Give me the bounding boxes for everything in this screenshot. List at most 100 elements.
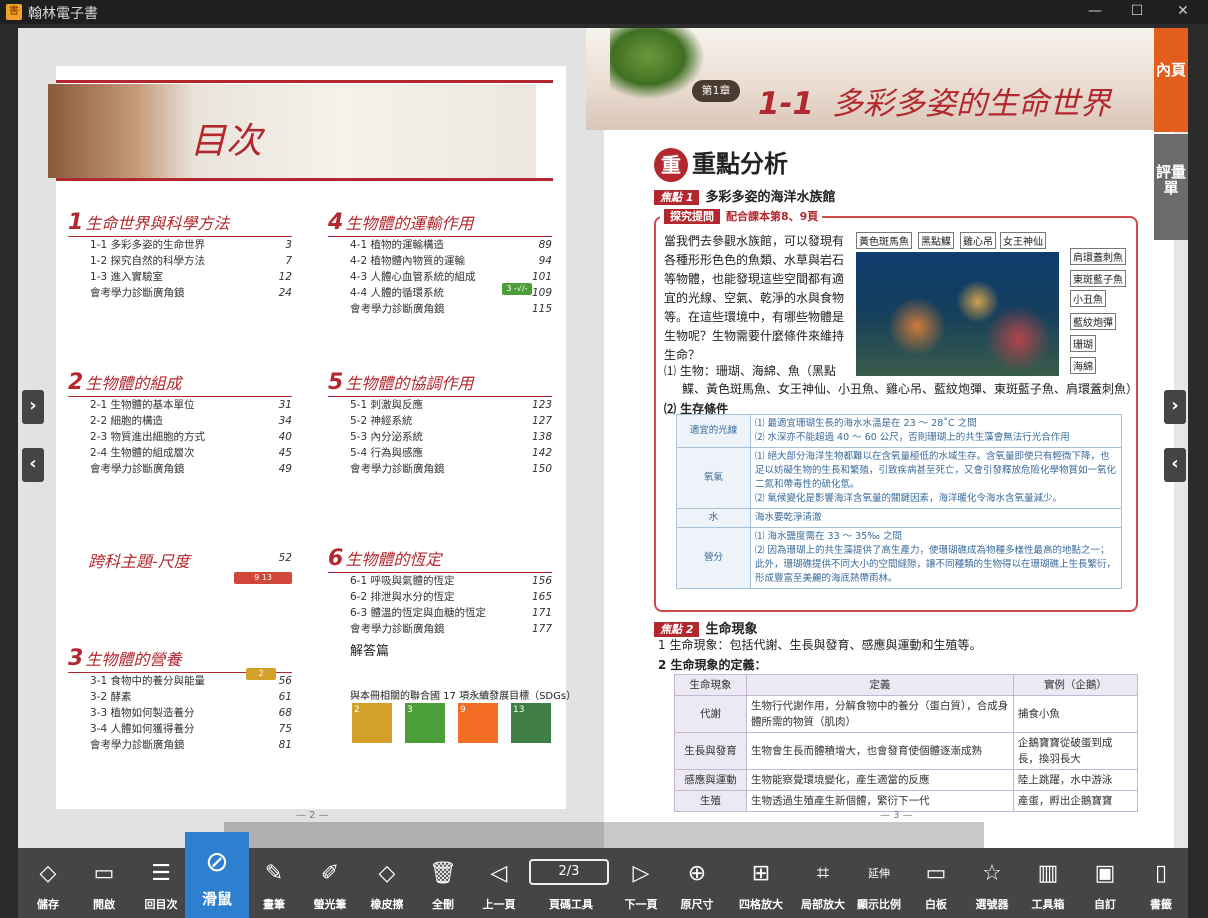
toc-cross-topic[interactable]: 跨科主題-尺度 52 <box>88 548 292 573</box>
extend-icon: 延伸 <box>868 867 890 880</box>
toc-row[interactable]: 3-2 酵素 61 <box>90 689 292 705</box>
fish-label: 珊瑚 <box>1070 335 1096 352</box>
sdg-note: 與本冊相關的聯合國 17 項永續發展目標（SDGs） <box>350 691 577 702</box>
toc-row[interactable]: 會考學力診斷廣角鏡 24 <box>90 285 292 301</box>
toc-row[interactable]: 1-3 進入實驗室 12 <box>90 269 292 285</box>
delete-all-button[interactable]: 🗑 全刪 <box>414 852 472 918</box>
next-page-arrow-right[interactable]: › <box>1164 390 1186 424</box>
chapter-title: 生物體的協調作用 <box>345 374 474 393</box>
open-button[interactable]: ▭ 開啟 <box>75 852 133 918</box>
toc-row[interactable]: 2-1 生物體的基本單位 31 <box>90 397 292 413</box>
table-row: 代謝 生物行代謝作用，分解食物中的養分（蛋白質），合成身體所需的物質（肌肉） 捕食小… <box>674 695 1139 733</box>
toc-row[interactable]: 2-4 生物體的組成層次 45 <box>90 445 292 461</box>
definition-table: 生命現象 定義 實例（企鵝） 代謝 生物行代謝作用，分解食物中的養分（蛋白質），合成身… <box>674 674 1139 812</box>
table-row: 生殖 生物透過生殖產生新個體，繁衍下一代 產蛋，孵出企鵝寶寶 <box>674 790 1139 812</box>
maximize-button[interactable]: ☐ <box>1114 0 1160 24</box>
sdg-2-icon: 2 <box>352 703 392 743</box>
window-title: 翰林電子書 <box>28 6 98 22</box>
toc-row[interactable]: 5-4 行為與感應 142 <box>350 445 552 461</box>
right-page-number: — 3 — <box>880 810 913 821</box>
next-page-button[interactable]: ▷ 下一頁 <box>612 852 670 918</box>
triangle-right-icon: ▷ <box>632 861 650 886</box>
toc-row[interactable]: 會考學力診斷廣角鏡 49 <box>90 461 292 477</box>
toc-row[interactable]: 4-2 植物體內物質的運輸 94 <box>350 253 552 269</box>
chapter-number: 6 <box>328 546 344 571</box>
toc-chapter-1: 1 生命世界與科學方法 1-1 多彩多姿的生命世界 3 1-2 探究自然的科學方法 7… <box>68 210 292 301</box>
table-row: 營分 ⑴ 海水鹽度需在 33 ～ 35‰ 之間 ⑵ 因為珊瑚上的共生藻提供了高生產… <box>676 527 1122 589</box>
bookmark-button[interactable]: ▯ 書籤 <box>1132 852 1190 918</box>
toolbox-button[interactable]: ▥ 工具箱 <box>1019 852 1077 918</box>
partial-zoom-button[interactable]: ⌗ 局部放大 <box>794 852 852 918</box>
toc-row[interactable]: 2-3 物質進出細胞的方式 40 <box>90 429 292 445</box>
folder-icon: ▭ <box>93 861 115 886</box>
toc-answers[interactable]: 解答篇 <box>350 640 389 659</box>
mouse-button[interactable]: ⊘ 滑鼠 <box>185 832 249 918</box>
toc-banner-image <box>48 84 536 178</box>
mouse-icon: ⊘ <box>205 845 229 878</box>
chapter-title: 生物體的營養 <box>85 650 182 669</box>
eraser-icon: ◇ <box>378 861 396 886</box>
whiteboard-button[interactable]: ▭ 白板 <box>907 852 965 918</box>
toc-row[interactable]: 3-3 植物如何製造養分 68 <box>90 705 292 721</box>
app-icon: 書 <box>6 4 22 20</box>
table-row: 適宜的光線 ⑴ 最適宜珊瑚生長的海水水溫是在 23 ～ 28˚C 之間 ⑵ 水深亦… <box>676 414 1122 448</box>
star-icon: ☆ <box>982 861 1002 886</box>
save-button[interactable]: ◇ 儲存 <box>19 852 77 918</box>
table-row: 感應與運動 生物能察覺環境變化，產生適當的反應 陸上跳躍，水中游泳 <box>674 769 1139 791</box>
chapter-badge: 第1章 <box>692 80 740 102</box>
toc-row[interactable]: 會考學力診斷廣角鏡 177 <box>350 621 552 637</box>
page-tool-button[interactable]: 頁碼工具 <box>540 852 602 918</box>
scrollbar-thumb[interactable] <box>224 822 604 848</box>
prev-page-arrow-left[interactable]: ‹ <box>22 448 44 482</box>
toc-row[interactable]: 1-2 探究自然的科學方法 7 <box>90 253 292 269</box>
toc-row[interactable]: 5-2 神經系統 127 <box>350 413 552 429</box>
tab-content-pages[interactable]: 內頁 <box>1154 28 1188 132</box>
leaves-image <box>610 28 705 100</box>
display-ratio-button[interactable]: 延伸 顯示比例 <box>850 852 908 918</box>
toc-row[interactable]: 3-4 人體如何獲得養分 75 <box>90 721 292 737</box>
toc-row[interactable]: 1-1 多彩多姿的生命世界 3 <box>90 237 292 253</box>
minimize-button[interactable]: — <box>1072 0 1118 24</box>
highlighter-button[interactable]: ✐ 螢光筆 <box>301 852 359 918</box>
triangle-left-icon: ◁ <box>490 861 508 886</box>
whiteboard-icon: ▭ <box>925 861 947 886</box>
sdg-mini-badge: 3 -√/- <box>502 283 532 295</box>
toc-button[interactable]: ☰ 回目次 <box>132 852 190 918</box>
focus-2-heading: 焦點 2 生命現象 <box>654 618 758 637</box>
conditions-table: 適宜的光線 ⑴ 最適宜珊瑚生長的海水水溫是在 23 ～ 28˚C 之間 ⑵ 水深亦… <box>676 414 1122 589</box>
toc-row[interactable]: 會考學力診斷廣角鏡 115 <box>350 301 552 317</box>
aquarium-photo <box>856 252 1059 376</box>
toc-row[interactable]: 會考學力診斷廣角鏡 150 <box>350 461 552 477</box>
prev-page-arrow-right[interactable]: ‹ <box>1164 448 1186 482</box>
toc-row[interactable]: 5-3 內分泌系統 138 <box>350 429 552 445</box>
toc-chapter-5: 5 生物體的協調作用 5-1 刺激與反應 123 5-2 神經系統 127 5-3 內… <box>328 370 552 477</box>
region-zoom-icon: ⌗ <box>816 861 830 886</box>
fish-label: 東斑藍子魚 <box>1070 270 1126 287</box>
number-picker-button[interactable]: ☆ 選號器 <box>963 852 1021 918</box>
toc-row[interactable]: 5-1 刺激與反應 123 <box>350 397 552 413</box>
chapter-number: 4 <box>328 210 344 235</box>
fish-label: 海綿 <box>1070 357 1096 374</box>
trash-icon: 🗑 <box>429 861 457 886</box>
prev-page-button[interactable]: ◁ 上一頁 <box>470 852 528 918</box>
close-button[interactable]: ✕ <box>1160 0 1206 24</box>
eraser-button[interactable]: ◇ 橡皮擦 <box>358 852 416 918</box>
quad-zoom-button[interactable]: ⊞ 四格放大 <box>730 852 792 918</box>
toc-row[interactable]: 6-1 呼吸與氣體的恆定 156 <box>350 573 552 589</box>
toc-row[interactable]: 2-2 細胞的構造 34 <box>90 413 292 429</box>
toc-row[interactable]: 6-3 體溫的恆定與血糖的恆定 171 <box>350 605 552 621</box>
toc-row[interactable]: 4-1 植物的運輸構造 89 <box>350 237 552 253</box>
highlighter-icon: ✐ <box>320 861 340 886</box>
custom-button[interactable]: ▣ 自訂 <box>1076 852 1134 918</box>
toc-row[interactable]: 會考學力診斷廣角鏡 81 <box>90 737 292 753</box>
chapter-heading: 1-1 多彩多姿的生命世界 <box>758 86 1112 122</box>
sdg-mini-badge: 2 <box>246 668 276 680</box>
original-size-button[interactable]: ⊕ 原尺寸 <box>668 852 726 918</box>
fish-label: 黃色斑馬魚 <box>856 232 912 249</box>
next-page-arrow-left[interactable]: › <box>22 390 44 424</box>
eraser-save-icon: ◇ <box>39 861 57 886</box>
toc-row[interactable]: 6-2 排泄與水分的恆定 165 <box>350 589 552 605</box>
toc-bottom-rule <box>56 178 553 181</box>
pen-button[interactable]: ✎ 畫筆 <box>245 852 303 918</box>
tab-evaluation-sheet[interactable]: 評量單 <box>1154 134 1188 240</box>
